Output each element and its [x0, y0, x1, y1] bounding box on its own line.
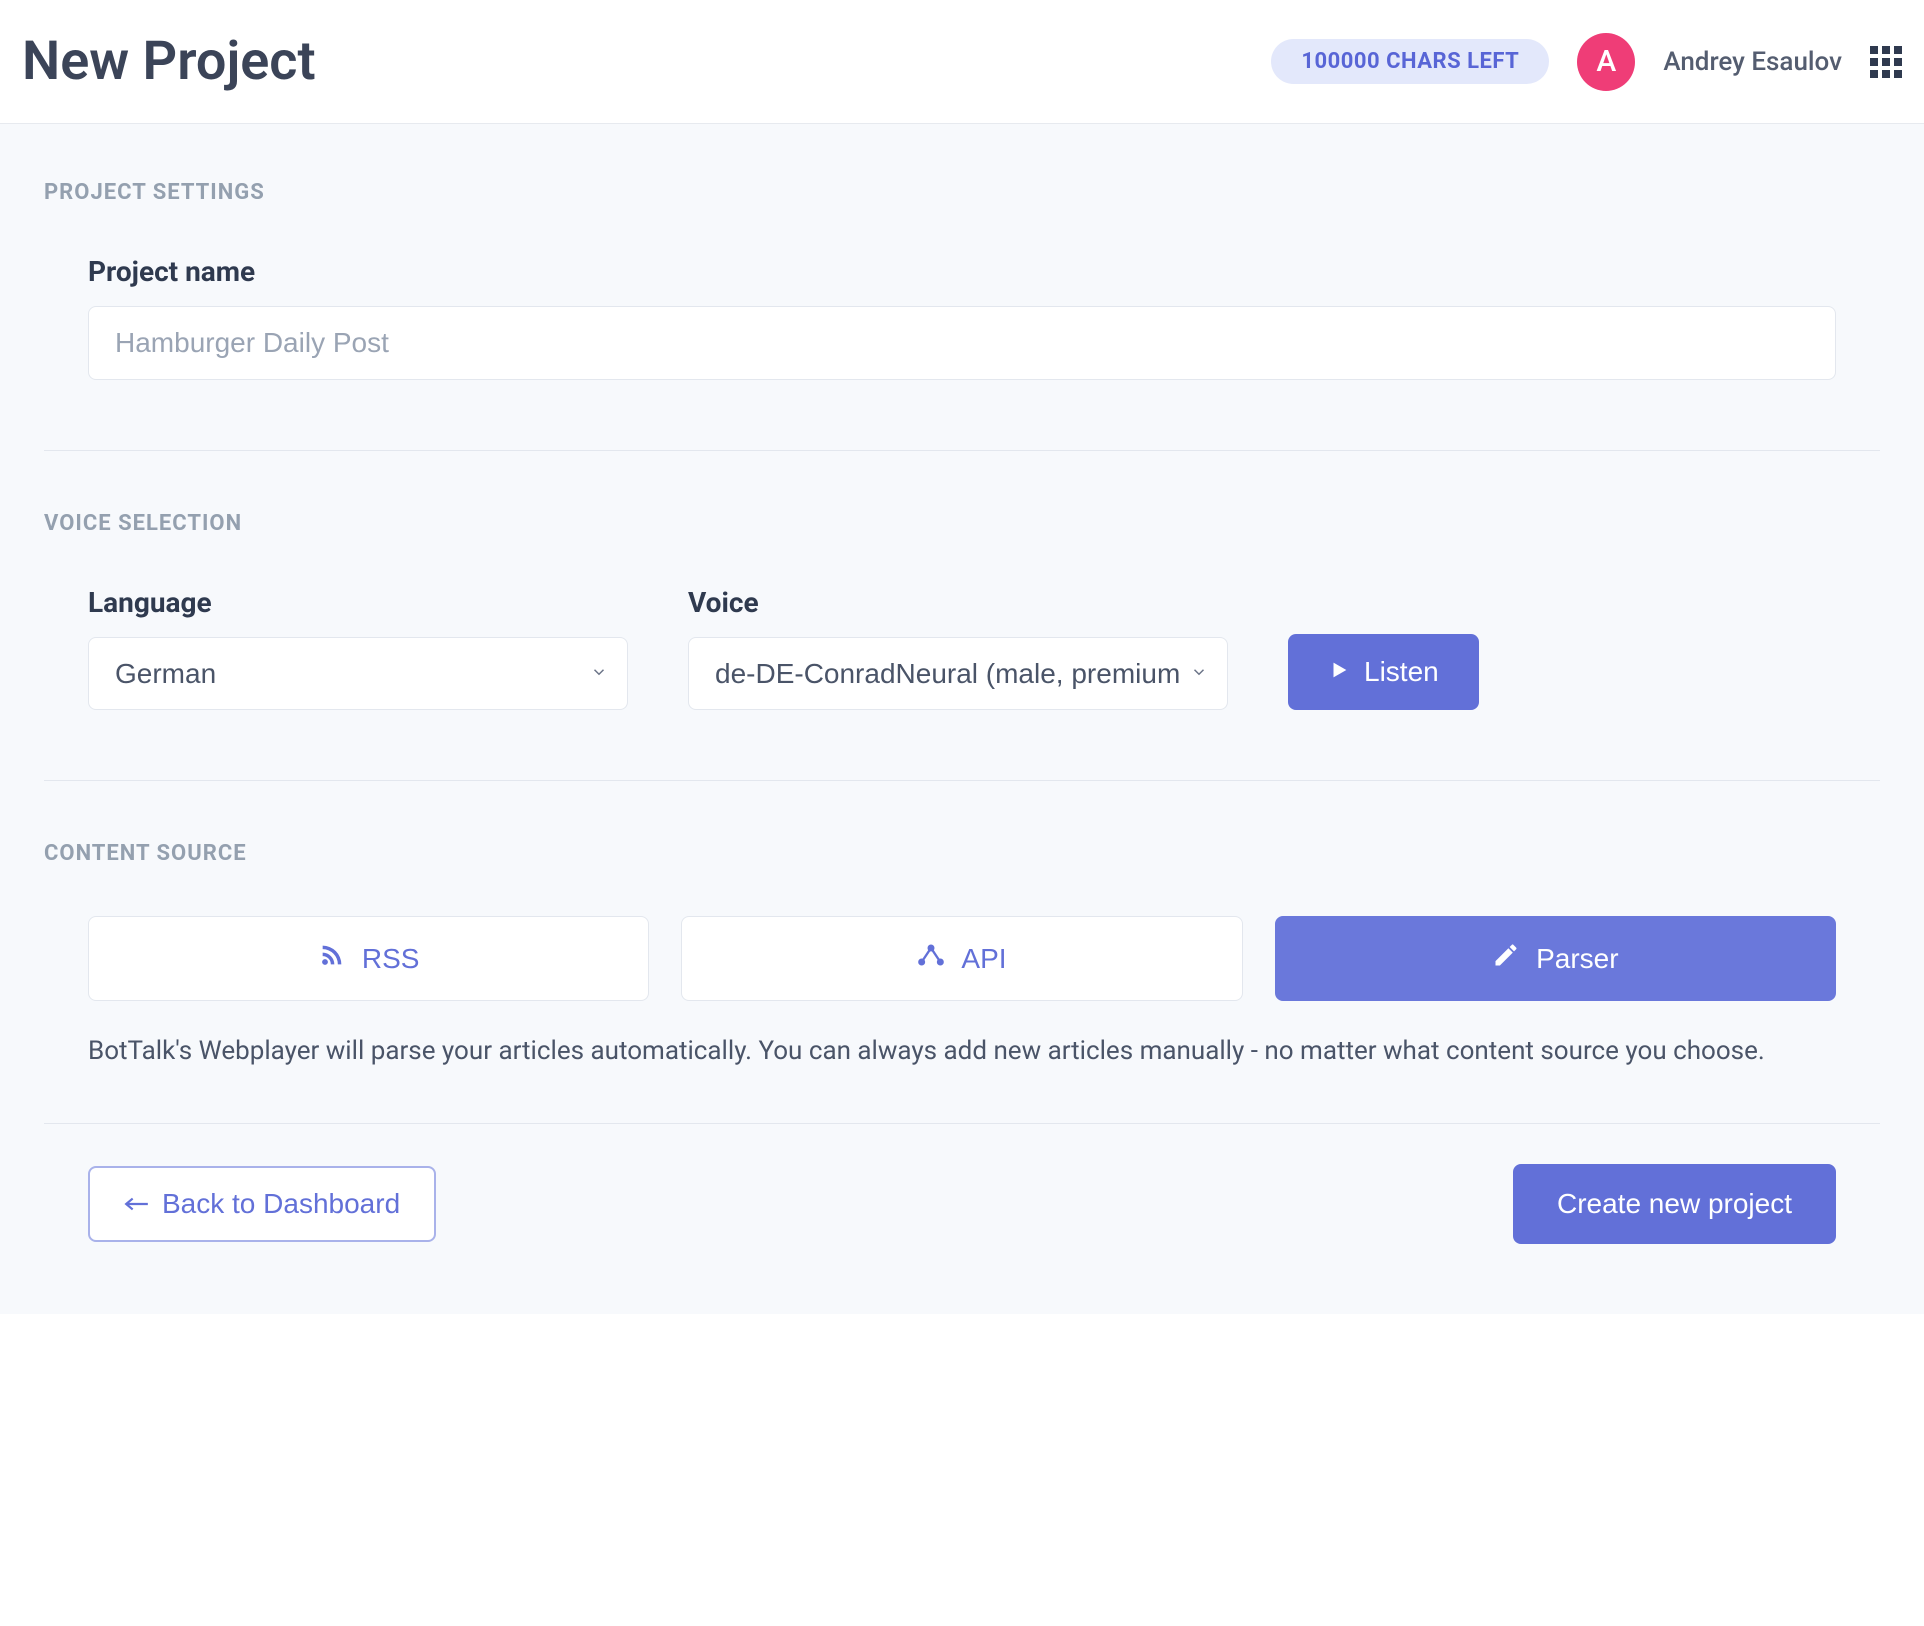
- source-api-label: API: [961, 943, 1006, 975]
- source-api-button[interactable]: API: [681, 916, 1242, 1001]
- create-project-button[interactable]: Create new project: [1513, 1164, 1836, 1244]
- section-label-content: CONTENT SOURCE: [44, 841, 1880, 866]
- arrow-left-icon: [124, 1188, 150, 1220]
- divider: [44, 780, 1880, 781]
- project-name-label: Project name: [88, 255, 1836, 288]
- section-label-settings: PROJECT SETTINGS: [44, 180, 1880, 205]
- source-parser-label: Parser: [1536, 943, 1618, 975]
- listen-button[interactable]: Listen: [1288, 634, 1479, 710]
- chars-left-badge: 100000 CHARS LEFT: [1271, 39, 1549, 84]
- project-card: PROJECT SETTINGS Project name VOICE SELE…: [20, 124, 1904, 1274]
- page-title: New Project: [22, 30, 316, 93]
- header-right: 100000 CHARS LEFT A Andrey Esaulov: [1271, 33, 1902, 91]
- footer-row: Back to Dashboard Create new project: [44, 1164, 1880, 1244]
- pencil-icon: [1492, 941, 1520, 976]
- voice-column: Voice de-DE-ConradNeural (male, premium): [688, 586, 1228, 710]
- app-header: New Project 100000 CHARS LEFT A Andrey E…: [0, 0, 1924, 124]
- user-name[interactable]: Andrey Esaulov: [1663, 47, 1842, 77]
- help-text: BotTalk's Webplayer will parse your arti…: [44, 1031, 1880, 1073]
- section-label-voice: VOICE SELECTION: [44, 511, 1880, 536]
- project-name-group: Project name: [44, 255, 1880, 380]
- back-to-dashboard-button[interactable]: Back to Dashboard: [88, 1166, 436, 1242]
- api-icon: [917, 941, 945, 976]
- language-label: Language: [88, 586, 628, 619]
- voice-select[interactable]: de-DE-ConradNeural (male, premium): [688, 637, 1228, 710]
- source-rss-label: RSS: [362, 943, 420, 975]
- listen-label: Listen: [1364, 656, 1439, 688]
- avatar[interactable]: A: [1577, 33, 1635, 91]
- back-label: Back to Dashboard: [162, 1188, 400, 1220]
- rss-icon: [318, 941, 346, 976]
- content-area: PROJECT SETTINGS Project name VOICE SELE…: [0, 124, 1924, 1314]
- apps-grid-icon[interactable]: [1870, 46, 1902, 78]
- language-select[interactable]: German: [88, 637, 628, 710]
- source-rss-button[interactable]: RSS: [88, 916, 649, 1001]
- divider: [44, 450, 1880, 451]
- project-name-input[interactable]: [88, 306, 1836, 380]
- content-source-row: RSS API Parser: [44, 916, 1880, 1001]
- play-icon: [1328, 656, 1350, 688]
- source-parser-button[interactable]: Parser: [1275, 916, 1836, 1001]
- voice-row: Language German Voice de-DE-Co: [44, 586, 1880, 710]
- divider: [44, 1123, 1880, 1124]
- voice-label: Voice: [688, 586, 1228, 619]
- language-column: Language German: [88, 586, 628, 710]
